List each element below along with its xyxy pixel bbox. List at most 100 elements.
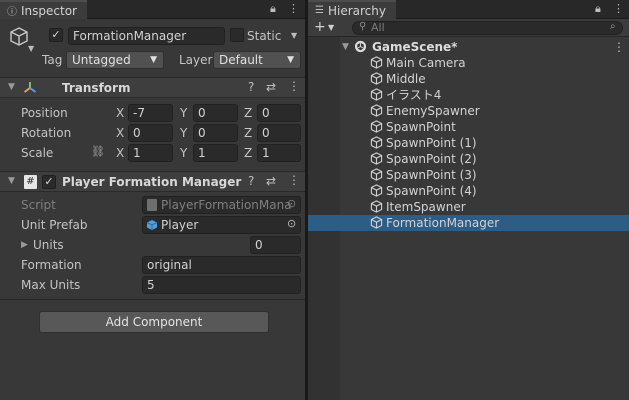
hierarchy-panel: ☰ Hierarchy 🔒︎ ⋮ + ▼ ⚲ All ⌕ ▼ GameScene… [308,0,629,400]
component-title: Player Formation Manager (Scr [62,175,242,189]
object-picker-icon[interactable]: ⊙ [287,217,296,230]
hierarchy-item[interactable]: EnemySpawner [308,103,629,119]
script-label: Script [21,198,56,212]
units-size-field[interactable]: 0 [250,236,301,254]
inspector-panel: ⓘ Inspector 🔒︎ ⋮ ▼ ✓ FormationManager St… [0,0,305,400]
script-value: PlayerFormationMana [161,198,292,212]
search-icon: ⚲ [359,21,367,32]
hierarchy-item[interactable]: ItemSpawner [308,199,629,215]
lock-icon[interactable]: 🔒︎ [595,2,601,16]
hierarchy-item-label: SpawnPoint (3) [386,168,477,182]
search-filter-icon[interactable]: ⌕ [610,21,616,32]
hierarchy-item-label: ItemSpawner [386,200,466,214]
layer-dropdown[interactable]: Default ▼ [213,51,301,69]
info-icon: ⓘ [7,7,17,18]
gameobject-icon[interactable] [8,26,30,51]
lock-icon[interactable]: 🔒︎ [270,2,276,16]
more-menu-icon[interactable]: ⋮ [288,2,299,15]
script-file-icon [147,199,157,211]
hierarchy-item[interactable]: SpawnPoint (2) [308,151,629,167]
context-menu-icon[interactable]: ⋮ [288,173,300,187]
tag-label: Tag [42,53,63,67]
position-z-field[interactable]: 0 [257,104,301,122]
rotation-x-field[interactable]: 0 [128,124,173,142]
create-dropdown-arrow[interactable]: ▼ [328,23,334,32]
unit-prefab-field[interactable]: Player [142,216,301,234]
more-menu-icon[interactable]: ⋮ [613,2,624,15]
scene-menu-icon[interactable]: ⋮ [613,39,625,55]
hierarchy-item[interactable]: FormationManager [308,215,629,231]
help-icon[interactable]: ? [248,80,254,94]
gameobject-cube-icon [370,216,383,233]
rotation-y-field[interactable]: 0 [193,124,238,142]
scale-z-label[interactable]: Z [244,146,252,160]
scene-row[interactable]: ▼ GameScene* ⋮ [308,39,629,55]
static-dropdown-arrow[interactable]: ▼ [291,31,297,40]
scale-x-label[interactable]: X [116,146,124,160]
units-foldout-arrow-icon[interactable]: ▶ [21,240,28,250]
position-y-label[interactable]: Y [180,106,187,120]
hierarchy-item[interactable]: SpawnPoint (1) [308,135,629,151]
hierarchy-item[interactable]: Main Camera [308,55,629,71]
scale-x-field[interactable]: 1 [128,144,173,162]
formation-field[interactable]: original [142,256,301,274]
hierarchy-item[interactable]: SpawnPoint (4) [308,183,629,199]
chevron-down-icon: ▼ [150,55,157,65]
units-label[interactable]: Units [33,238,64,252]
position-x-label[interactable]: X [116,106,124,120]
transform-header[interactable]: ▼ Transform ? ⇄ ⋮ [0,77,305,98]
tag-value: Untagged [72,53,131,67]
add-component-button[interactable]: Add Component [39,311,269,333]
player-formation-manager-header[interactable]: ▼ # ✓ Player Formation Manager (Scr ? ⇄ … [0,171,305,192]
position-y-field[interactable]: 0 [193,104,238,122]
scale-z-field[interactable]: 1 [257,144,301,162]
chevron-down-icon: ▼ [287,55,294,65]
hierarchy-item[interactable]: SpawnPoint [308,119,629,135]
hierarchy-item[interactable]: SpawnPoint (3) [308,167,629,183]
foldout-arrow-icon[interactable]: ▼ [8,82,15,92]
position-x-field[interactable]: -7 [128,104,173,122]
rotation-y-label[interactable]: Y [180,126,187,140]
search-input[interactable]: ⚲ All ⌕ [352,21,623,35]
tab-inspector[interactable]: ⓘ Inspector [0,0,87,19]
hierarchy-item-label: イラスト4 [386,88,442,102]
static-label: Static [247,29,282,43]
hierarchy-item[interactable]: イラスト4 [308,87,629,103]
scale-label: Scale [21,146,54,160]
context-menu-icon[interactable]: ⋮ [288,79,300,93]
icon-dropdown-arrow[interactable]: ▼ [28,44,34,53]
rotation-z-field[interactable]: 0 [257,124,301,142]
max-units-field[interactable]: 5 [142,276,301,294]
tab-hierarchy[interactable]: ☰ Hierarchy [308,0,396,19]
active-checkbox[interactable]: ✓ [49,28,63,42]
foldout-arrow-icon[interactable]: ▼ [8,176,15,186]
unit-prefab-value: Player [161,218,199,232]
rotation-x-label[interactable]: X [116,126,124,140]
hierarchy-item-label: SpawnPoint (4) [386,184,477,198]
hierarchy-item[interactable]: Middle [308,71,629,87]
scale-y-label[interactable]: Y [180,146,187,160]
static-checkbox[interactable] [230,28,244,42]
scale-y-field[interactable]: 1 [193,144,238,162]
hierarchy-item-label: EnemySpawner [386,104,480,118]
tag-dropdown[interactable]: Untagged ▼ [66,51,164,69]
inspector-tabbar: ⓘ Inspector 🔒︎ ⋮ [0,0,305,19]
help-icon[interactable]: ? [248,174,254,188]
preset-icon[interactable]: ⇄ [266,80,276,94]
transform-title: Transform [62,81,131,95]
component-enabled-checkbox[interactable]: ✓ [42,175,56,189]
preset-icon[interactable]: ⇄ [266,174,276,188]
create-plus-icon[interactable]: + [314,19,326,35]
position-label: Position [21,106,68,120]
rotation-z-label[interactable]: Z [244,126,252,140]
hierarchy-item-label: Main Camera [386,56,466,70]
scene-name: GameScene* [372,40,458,54]
tab-hierarchy-label: Hierarchy [327,3,386,18]
unit-prefab-label: Unit Prefab [21,218,88,232]
layer-value: Default [219,53,263,67]
foldout-arrow-icon[interactable]: ▼ [342,39,349,55]
object-name-field[interactable]: FormationManager [68,27,225,45]
position-z-label[interactable]: Z [244,106,252,120]
constrain-proportions-icon[interactable]: ⛓︎ [91,145,105,158]
hierarchy-item-label: SpawnPoint [386,120,456,134]
